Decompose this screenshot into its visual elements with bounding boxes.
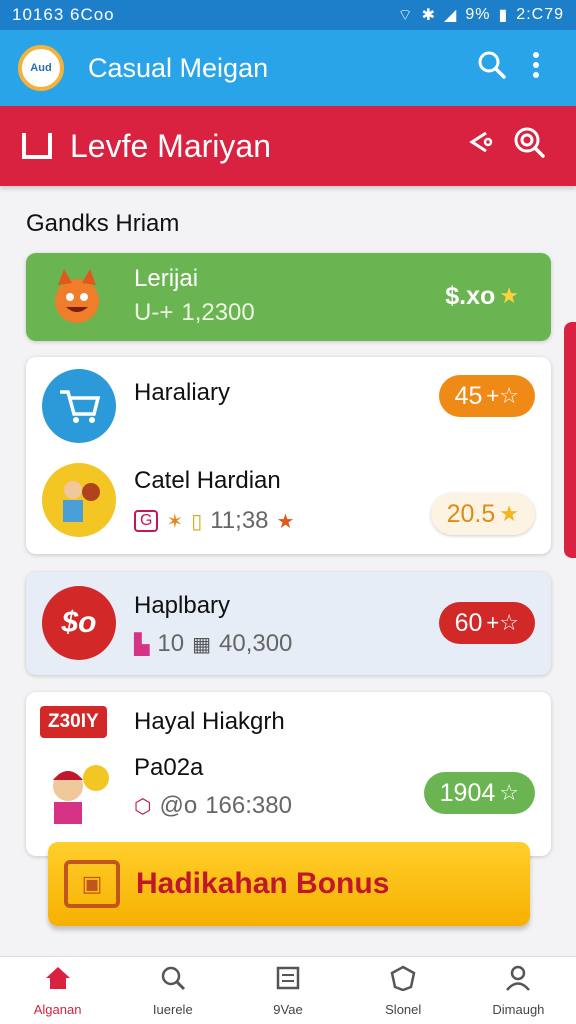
- tab-label: 9Vae: [273, 1001, 303, 1017]
- banner-title: Levfe Mariyan: [70, 127, 271, 164]
- promo-avatar: $o: [42, 586, 116, 660]
- item-meta-a: @o: [159, 792, 198, 819]
- featured-meta: U-+ 1,2300: [134, 299, 255, 327]
- search-icon[interactable]: [470, 50, 514, 87]
- status-bar: 10163 6Coo ⌔ ✱ ◢ 9% ▮ 2:C79: [0, 0, 576, 30]
- sparkle-icon: ✶: [166, 510, 184, 533]
- tab-profile[interactable]: Dimaugh: [461, 957, 576, 1024]
- item-meta: ▙ 10 ▦ 40,300: [134, 630, 292, 658]
- item-meta: G ✶ ▯ 11;38 ★: [134, 507, 294, 535]
- star-icon: ★: [499, 283, 519, 308]
- tab-shield[interactable]: Slonel: [346, 957, 461, 1024]
- shield-icon: [389, 965, 417, 998]
- person-avatar: [42, 463, 116, 537]
- tab-search[interactable]: Iuerele: [115, 957, 230, 1024]
- item-meta-value: 166:380: [205, 792, 292, 819]
- item-badge: Z30IY: [40, 706, 107, 738]
- item-meta-value: 11;38: [210, 507, 269, 534]
- item-name: Haraliary: [134, 379, 231, 406]
- tab-label: Dimaugh: [492, 1001, 545, 1017]
- character-avatar: [40, 752, 114, 826]
- star-outline-icon: +☆: [486, 610, 519, 635]
- section-title: Gandks Hriam: [26, 210, 180, 237]
- app-logo: Aud: [18, 45, 64, 91]
- featured-card[interactable]: Lerijai U-+ 1,2300 $.xo ★: [26, 253, 551, 341]
- item-name: Hayal Hiakgrh: [134, 708, 285, 735]
- item-name: Catel Hardian: [134, 467, 281, 494]
- side-indicator: [564, 322, 576, 558]
- more-vert-icon[interactable]: [514, 50, 558, 87]
- mascot-avatar: [40, 261, 114, 335]
- game-card-3[interactable]: Z30IY Hayal Hiakgrh Pa02a ⬡ @o 166:380 1…: [26, 692, 551, 856]
- thumbs-up-icon: ▙: [134, 633, 150, 656]
- signal-icon: ◢: [444, 7, 458, 24]
- cart-avatar: [42, 369, 116, 443]
- list-icon: [274, 965, 302, 998]
- bag-icon: ▯: [191, 510, 203, 533]
- app-title: Casual Meigan: [88, 52, 269, 83]
- score-pill[interactable]: 20.5 ★: [430, 493, 535, 535]
- bonus-button[interactable]: ▣ Hadikahan Bonus: [48, 842, 530, 926]
- bottom-tab-bar: Alganan Iuerele 9Vae Slonel Dimaugh: [0, 956, 576, 1024]
- featured-meta-value: 1,2300: [181, 299, 255, 326]
- item-meta: ⬡ @o 166:380: [134, 792, 292, 820]
- bluetooth-icon: ✱: [421, 7, 437, 24]
- star-outline-icon: +☆: [486, 383, 519, 408]
- item-subname: Pa02a: [134, 754, 204, 781]
- category-banner: Levfe Mariyan: [0, 106, 576, 186]
- tab-label: Iuerele: [152, 1001, 193, 1017]
- profile-icon: [504, 965, 532, 998]
- tab-home[interactable]: Alganan: [0, 957, 115, 1024]
- item-meta-count: 10: [157, 630, 185, 657]
- status-icons: ⌔ ✱ ◢ 9% ▮ 2:C79: [398, 5, 564, 25]
- tab-list[interactable]: 9Vae: [230, 957, 345, 1024]
- star-icon: ★: [499, 501, 519, 526]
- score-pill[interactable]: 45 +☆: [438, 375, 535, 417]
- tab-label: Alganan: [33, 1001, 82, 1017]
- game-card-2[interactable]: $o Haplbary ▙ 10 ▦ 40,300 60 +☆: [26, 572, 551, 675]
- featured-meta-prefix: U-+: [134, 299, 174, 326]
- score-text: 45: [454, 381, 483, 410]
- document-icon: [22, 133, 52, 159]
- game-card-1[interactable]: Haraliary 45 +☆ Catel Hardian G ✶ ▯ 11;3…: [26, 357, 551, 554]
- hex-badge-icon: ⬡: [134, 795, 152, 818]
- star-icon: ★: [276, 510, 295, 533]
- wifi-icon: ⌔: [397, 7, 414, 24]
- item-meta-value: 40,300: [219, 630, 293, 657]
- calendar-icon: ▦: [192, 633, 211, 656]
- featured-price: $.xo ★: [429, 275, 535, 317]
- battery-icon: ▮: [498, 7, 509, 24]
- status-time-right: 2:C79: [516, 6, 564, 23]
- score-text: 20.5: [446, 499, 496, 528]
- app-bar: Aud Casual Meigan: [0, 30, 576, 106]
- score-pill[interactable]: 1904 ☆: [423, 772, 535, 814]
- hex-badge-icon: G: [134, 510, 159, 532]
- share-icon[interactable]: [454, 127, 504, 165]
- score-text: 60: [454, 608, 483, 637]
- zoom-icon[interactable]: [504, 125, 554, 167]
- search-icon: [159, 965, 187, 998]
- featured-name: Lerijai: [134, 265, 199, 292]
- score-pill[interactable]: 60 +☆: [438, 602, 535, 644]
- bonus-label: Hadikahan Bonus: [136, 867, 390, 900]
- star-outline-icon: ☆: [499, 780, 519, 805]
- status-time-left: 10163 6Coo: [12, 5, 115, 24]
- home-icon: [44, 965, 72, 998]
- featured-price-text: $.xo: [445, 281, 496, 310]
- item-name: Haplbary: [134, 592, 231, 619]
- tab-label: Slonel: [385, 1001, 422, 1017]
- score-text: 1904: [439, 778, 496, 807]
- gift-box-icon: ▣: [64, 860, 120, 908]
- battery-text: 9%: [465, 6, 491, 23]
